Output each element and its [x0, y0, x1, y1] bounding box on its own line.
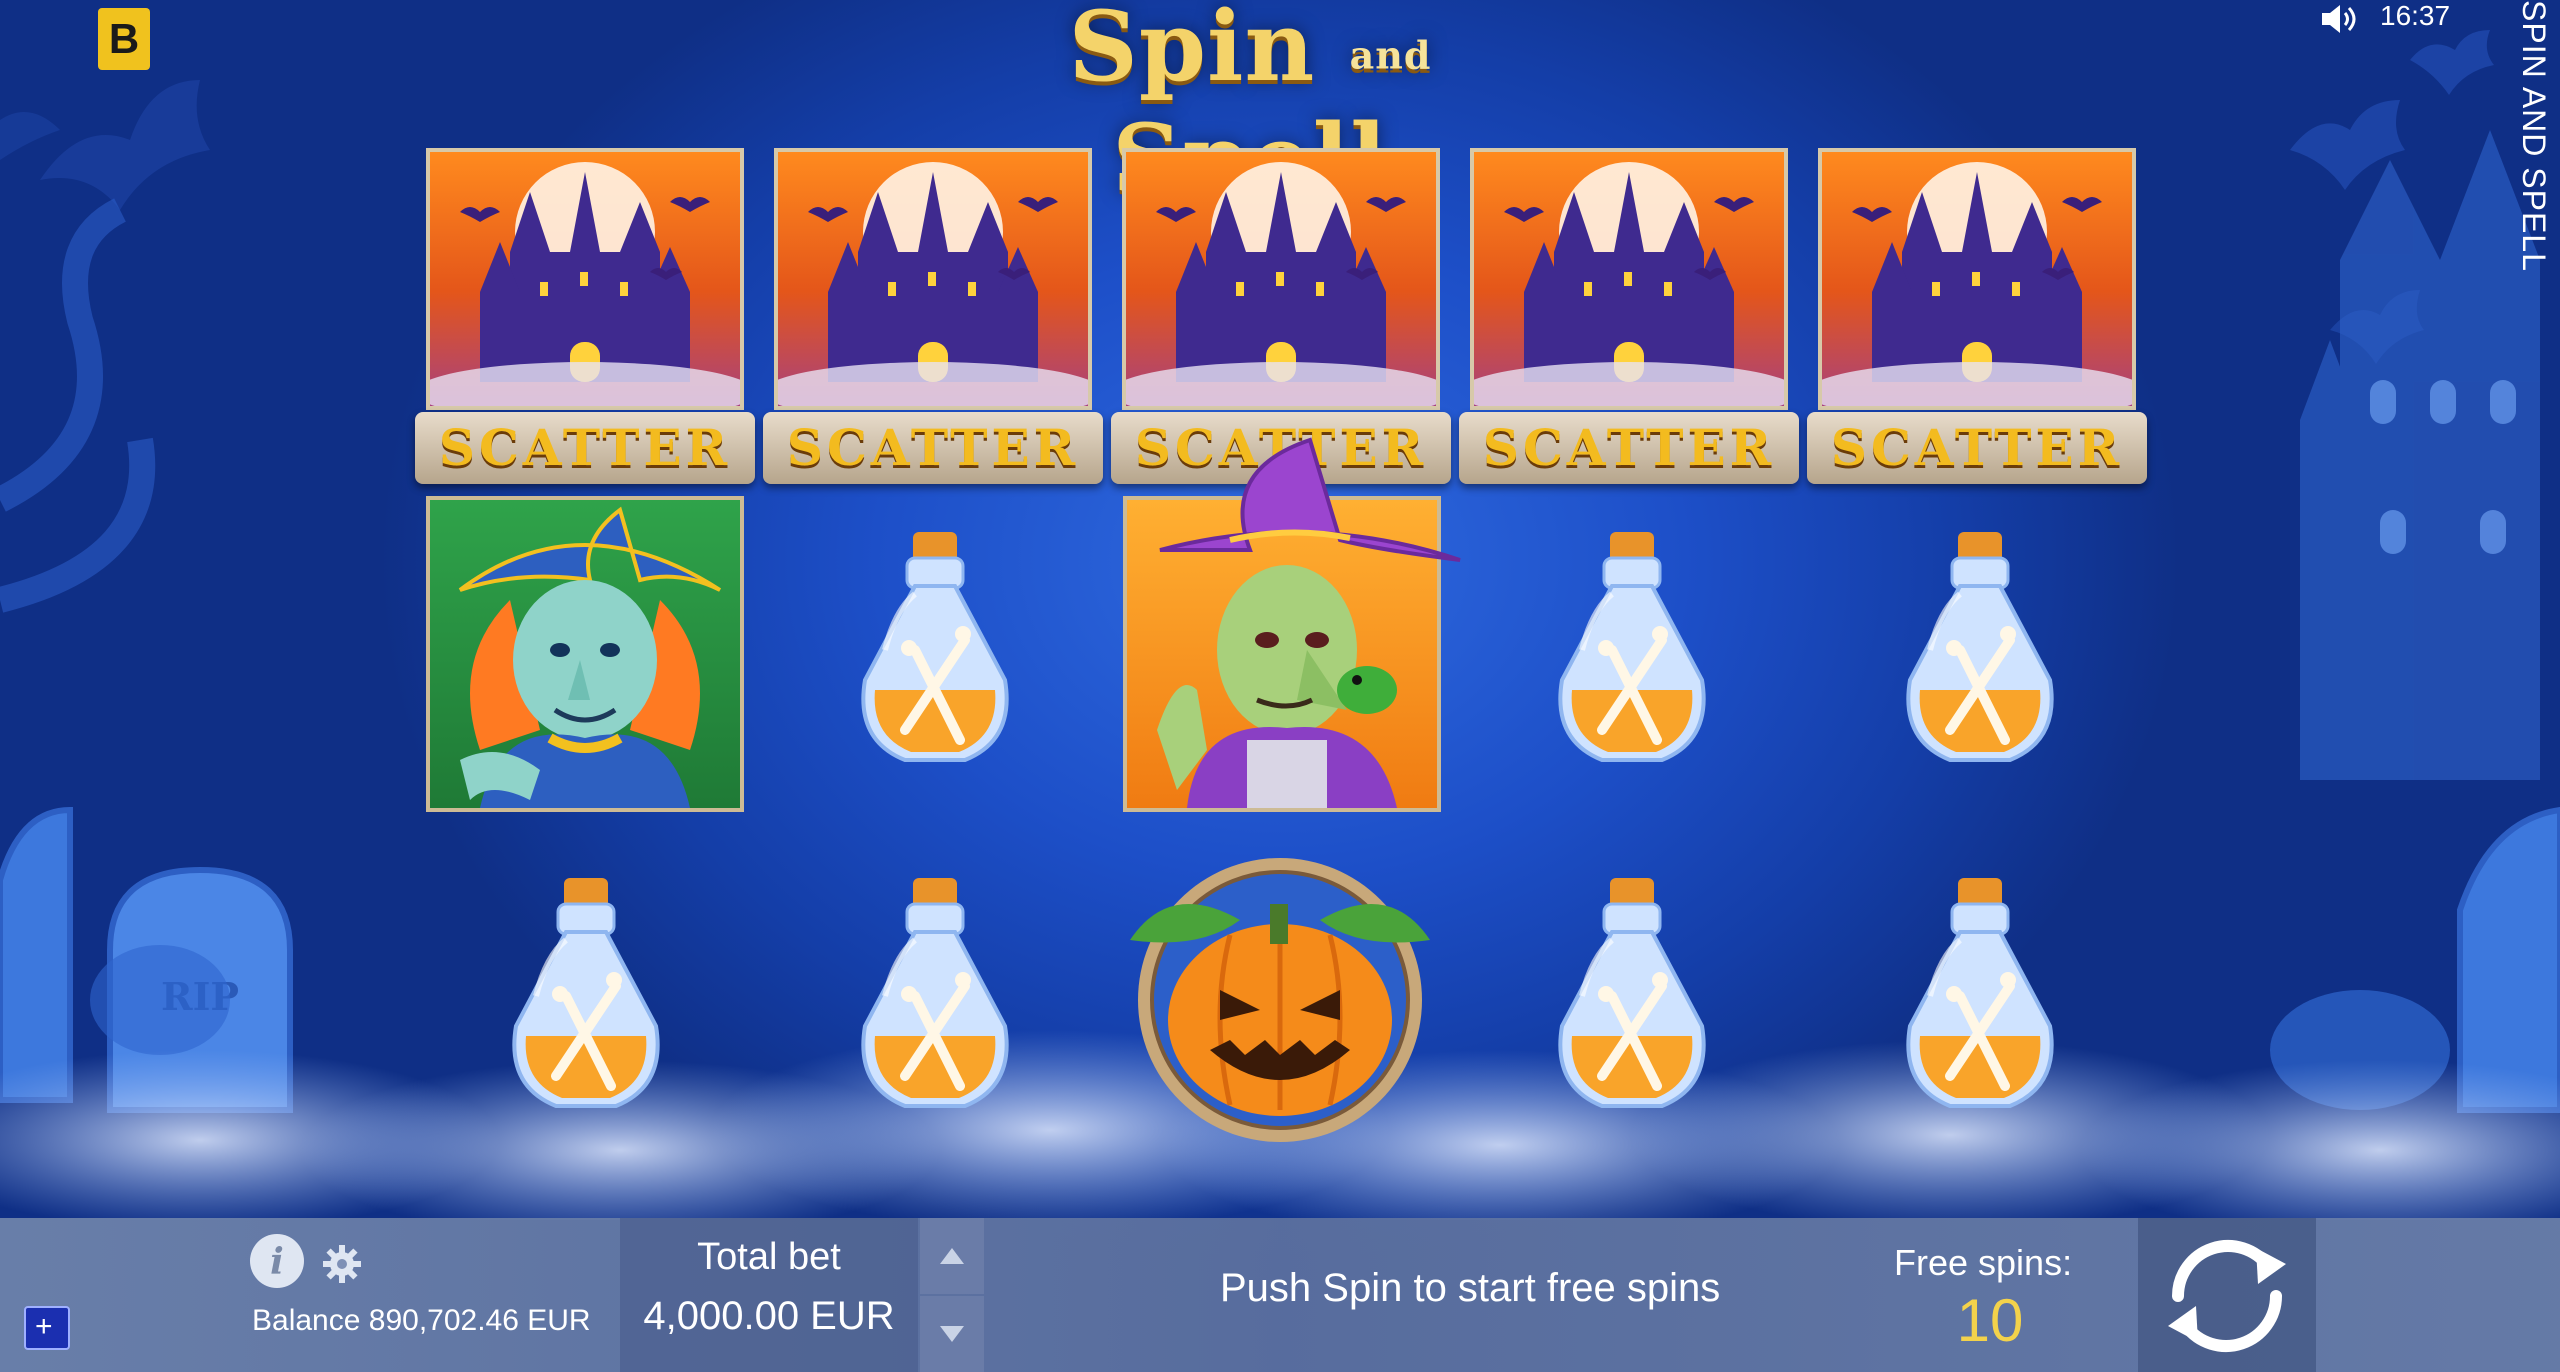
spin-icon	[2168, 1240, 2286, 1352]
scatter-label: SCATTER	[763, 412, 1103, 484]
scatter-symbol	[1818, 148, 2136, 410]
potion-art	[512, 878, 660, 1108]
vertical-title-text: SPIN AND SPELL	[2516, 0, 2552, 272]
potion-art	[1906, 532, 2054, 762]
total-bet-value: 4,000.00 EUR	[643, 1294, 895, 1338]
potion-symbol	[496, 876, 676, 1130]
brand-badge[interactable]: B	[98, 8, 150, 70]
potion-symbol	[1542, 876, 1722, 1130]
witch-hat	[1159, 437, 1461, 562]
logo-word-and: and	[1349, 32, 1432, 78]
balance-label: Balance	[252, 1304, 361, 1337]
potion-art	[861, 532, 1009, 762]
witch-blue-symbol	[426, 496, 744, 812]
potion-symbol	[1890, 876, 2070, 1130]
plus-button[interactable]: +	[24, 1306, 70, 1350]
castle-art	[1474, 162, 1784, 406]
gear-icon[interactable]	[322, 1244, 362, 1284]
arrow-up-icon	[940, 1248, 964, 1264]
potion-symbol	[1542, 530, 1722, 784]
castle-art	[778, 162, 1088, 406]
witch-blue-art	[458, 506, 722, 808]
scatter-label: SCATTER	[1807, 412, 2147, 484]
total-bet-label: Total bet	[697, 1236, 841, 1278]
scatter-symbol	[774, 148, 1092, 410]
pumpkin-symbol	[1120, 850, 1440, 1154]
bet-increase-button[interactable]	[920, 1218, 984, 1294]
potion-art	[1558, 878, 1706, 1108]
balance-readout: Balance 890,702.46 EUR	[252, 1304, 591, 1338]
castle-art	[1126, 162, 1436, 406]
arrow-down-icon	[940, 1326, 964, 1342]
game-scene: RIP Spin and Spell B 16:37	[0, 0, 2560, 1372]
info-icon[interactable]: i	[248, 1232, 306, 1290]
vertical-game-title: SPIN AND SPELL	[2516, 0, 2558, 300]
potion-art	[1906, 878, 2054, 1108]
potion-symbol	[845, 876, 1025, 1130]
scatter-symbol	[1122, 148, 1440, 410]
status-message: Push Spin to start free spins	[1220, 1266, 1721, 1310]
bet-decrease-button[interactable]	[920, 1296, 984, 1372]
scatter-label: SCATTER	[415, 412, 755, 484]
free-spins-label: Free spins:	[1894, 1242, 2073, 1283]
spin-button[interactable]	[2138, 1218, 2316, 1372]
potion-art	[861, 878, 1009, 1108]
balance-value: 890,702.46 EUR	[368, 1304, 591, 1337]
castle-art	[430, 162, 740, 406]
castle-art	[1822, 162, 2132, 406]
logo-word-left: Spin	[1068, 0, 1316, 103]
plus-icon: +	[35, 1310, 53, 1343]
potion-symbol	[1890, 530, 2070, 784]
sound-icon[interactable]	[2320, 2, 2360, 36]
free-spins-value: 10	[1956, 1287, 2024, 1354]
potion-symbol	[845, 530, 1025, 784]
scatter-symbol	[1470, 148, 1788, 410]
scatter-label: SCATTER	[1459, 412, 1799, 484]
potion-art	[1558, 532, 1706, 762]
scatter-symbol	[426, 148, 744, 410]
clock: 16:37	[2380, 0, 2451, 31]
svg-text:i: i	[270, 1241, 284, 1283]
pumpkin-art	[1130, 858, 1430, 1142]
game-logo: Spin and Spell	[1010, 0, 1490, 216]
